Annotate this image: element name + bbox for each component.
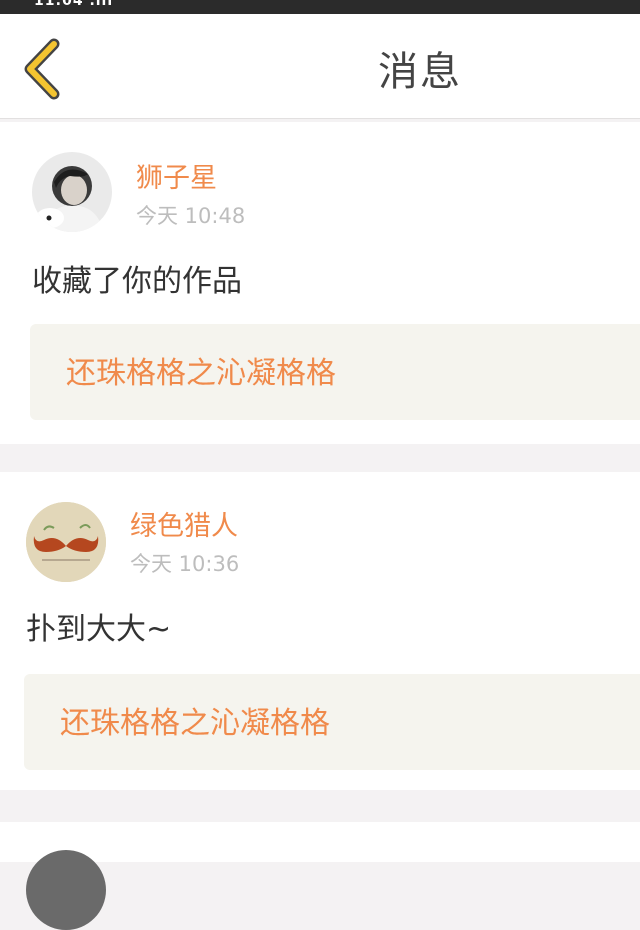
- message-text: 扑到大大~: [26, 612, 172, 647]
- work-title: 还珠格格之沁凝格格: [60, 706, 330, 741]
- message-card[interactable]: 狮子星 今天 10:48 收藏了你的作品 还珠格格之沁凝格格: [0, 122, 640, 444]
- status-bar: 11:04 .ıll: [0, 0, 640, 14]
- avatar[interactable]: [26, 850, 106, 930]
- timestamp: 今天 10:48: [136, 204, 246, 228]
- message-text: 收藏了你的作品: [32, 264, 242, 299]
- chevron-left-icon: [24, 38, 60, 100]
- user-avatar-photo: [32, 152, 112, 232]
- mustache-avatar: [26, 502, 106, 582]
- avatar[interactable]: [32, 152, 112, 232]
- avatar[interactable]: [26, 502, 106, 582]
- header: 消息: [0, 14, 640, 119]
- work-link[interactable]: 还珠格格之沁凝格格: [30, 324, 640, 420]
- work-title: 还珠格格之沁凝格格: [66, 356, 336, 391]
- username[interactable]: 绿色猎人: [130, 510, 238, 544]
- status-bar-text: 11:04 .ıll: [34, 0, 114, 9]
- message-card[interactable]: 绿色猎人 今天 10:36 扑到大大~ 还珠格格之沁凝格格: [0, 472, 640, 790]
- page-title: 消息: [378, 49, 462, 95]
- username[interactable]: 狮子星: [136, 162, 217, 196]
- message-card[interactable]: [0, 822, 640, 930]
- back-button[interactable]: [14, 34, 70, 104]
- work-link[interactable]: 还珠格格之沁凝格格: [24, 674, 640, 770]
- timestamp: 今天 10:36: [130, 552, 240, 576]
